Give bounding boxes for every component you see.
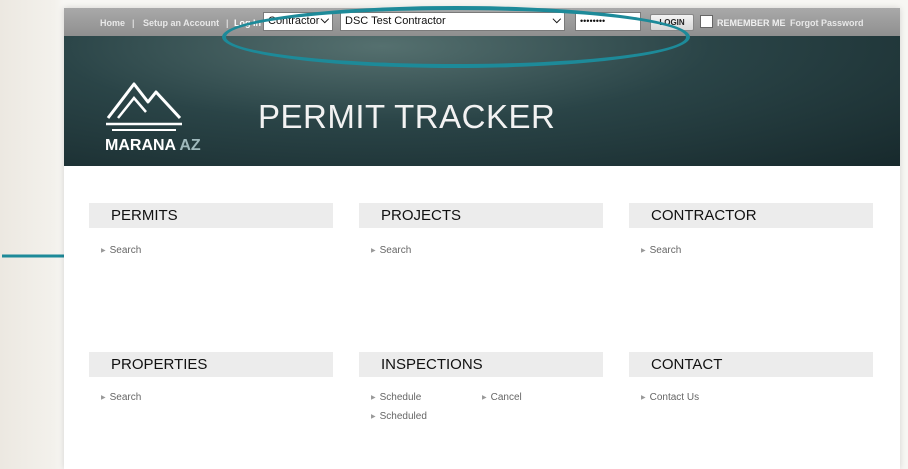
marana-logo-text: MARANA AZ	[105, 137, 201, 155]
contact-us-link[interactable]: ▶ Contact Us	[641, 392, 699, 403]
home-link[interactable]: Home	[100, 18, 125, 28]
bullet-triangle-icon: ▶	[371, 395, 376, 401]
logo-suffix: AZ	[179, 137, 201, 154]
header-banner: MARANA AZ PERMIT TRACKER	[64, 36, 900, 166]
password-input[interactable]: ••••••••	[575, 12, 641, 31]
page-title: PERMIT TRACKER	[258, 98, 556, 135]
inspections-scheduled-label: Scheduled	[379, 411, 427, 422]
nav-separator: |	[226, 18, 229, 28]
inspections-cancel-label: Cancel	[490, 392, 522, 403]
projects-header: PROJECTS	[359, 203, 603, 228]
user-type-select[interactable]: Contractor ⌵	[263, 12, 333, 31]
forgot-password-link[interactable]: Forgot Password	[790, 18, 864, 28]
contractor-header: CONTRACTOR	[629, 203, 873, 228]
permits-header: PERMITS	[89, 203, 333, 228]
bullet-triangle-icon: ▶	[641, 395, 646, 401]
contractor-value: DSC Test Contractor	[345, 15, 446, 27]
password-value: ••••••••	[580, 16, 606, 26]
properties-search-link[interactable]: ▶ Search	[101, 392, 141, 403]
permits-search-link[interactable]: ▶ Search	[101, 245, 141, 256]
properties-search-label: Search	[109, 392, 142, 403]
contractor-select[interactable]: DSC Test Contractor ⌵	[340, 12, 565, 31]
chevron-down-icon: ⌵	[552, 14, 561, 26]
bullet-triangle-icon: ▶	[371, 248, 376, 254]
remember-me-label: REMEMBER ME	[717, 18, 786, 28]
user-type-value: Contractor	[268, 15, 320, 27]
contact-header: CONTACT	[629, 352, 873, 377]
inspections-schedule-label: Schedule	[379, 392, 422, 403]
contact-us-label: Contact Us	[649, 392, 700, 403]
contractor-search-label: Search	[649, 245, 682, 256]
properties-header: PROPERTIES	[89, 352, 333, 377]
permit-tracker-page: Home | Setup an Account | Log In Contrac…	[64, 8, 900, 469]
bullet-triangle-icon: ▶	[641, 248, 646, 254]
permits-search-label: Search	[109, 245, 142, 256]
chevron-down-icon: ⌵	[320, 14, 329, 26]
setup-account-link[interactable]: Setup an Account	[143, 18, 219, 28]
bullet-triangle-icon: ▶	[101, 395, 106, 401]
marana-mountain-logo-icon	[106, 82, 182, 131]
top-navigation-bar: Home | Setup an Account | Log In Contrac…	[64, 8, 900, 36]
inspections-cancel-link[interactable]: ▶ Cancel	[482, 392, 522, 403]
inspections-scheduled-link[interactable]: ▶ Scheduled	[371, 411, 427, 422]
contractor-search-link[interactable]: ▶ Search	[641, 245, 681, 256]
projects-search-link[interactable]: ▶ Search	[371, 245, 411, 256]
bullet-triangle-icon: ▶	[371, 414, 376, 420]
inspections-header: INSPECTIONS	[359, 352, 603, 377]
inspections-schedule-link[interactable]: ▶ Schedule	[371, 392, 421, 403]
nav-separator: |	[132, 18, 135, 28]
remember-me-checkbox[interactable]	[700, 15, 713, 28]
login-button[interactable]: LOGIN	[650, 14, 694, 31]
projects-search-label: Search	[379, 245, 412, 256]
bullet-triangle-icon: ▶	[482, 395, 487, 401]
bullet-triangle-icon: ▶	[101, 248, 106, 254]
log-in-label: Log In	[234, 18, 261, 28]
logo-name: MARANA	[105, 137, 176, 154]
